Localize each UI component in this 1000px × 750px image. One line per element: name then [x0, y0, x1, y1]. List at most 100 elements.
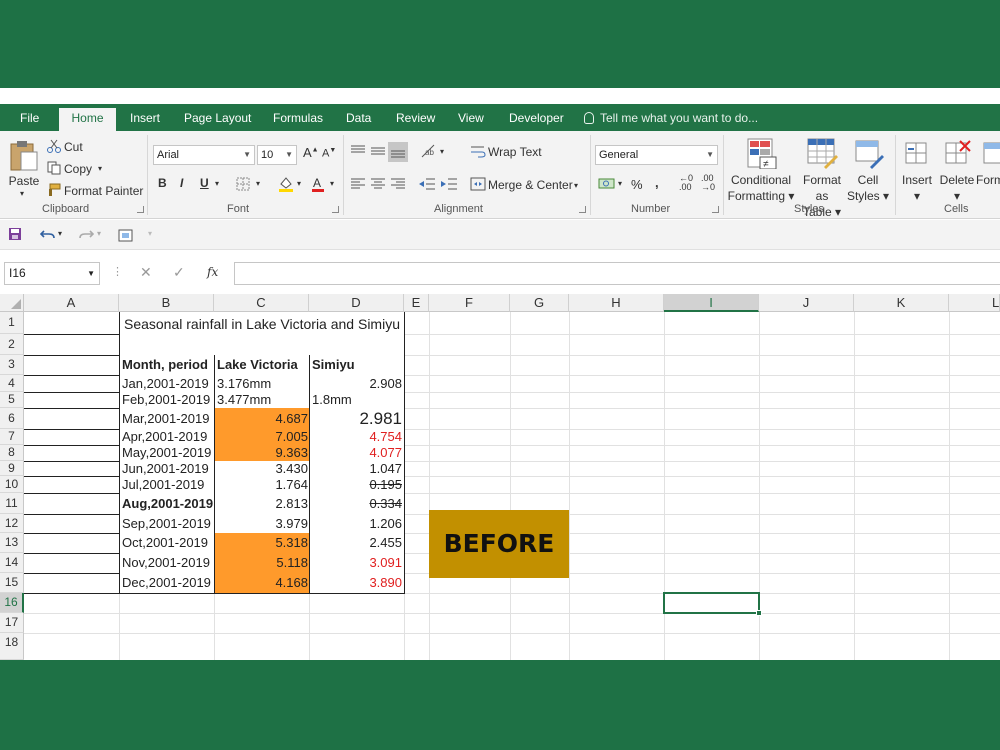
align-left-icon[interactable]: [350, 177, 366, 191]
decrease-indent-icon[interactable]: [418, 177, 436, 191]
column-header-h[interactable]: H: [569, 294, 664, 312]
cell-month-row-10[interactable]: Jul,2001-2019: [119, 476, 215, 494]
undo-icon[interactable]: [40, 227, 56, 241]
cell-simiyu-row-5[interactable]: 1.8mm: [309, 392, 405, 409]
borders-icon[interactable]: [236, 177, 250, 191]
middle-align-icon[interactable]: [370, 144, 386, 158]
number-format-combo[interactable]: General ▼: [595, 145, 718, 165]
customize-toolbar-icon[interactable]: ▾: [148, 229, 152, 238]
conditional-formatting-button[interactable]: Conditional Formatting ▾: [726, 172, 796, 204]
cell-month-row-12[interactable]: Sep,2001-2019: [119, 514, 215, 534]
name-box[interactable]: I16 ▼: [4, 262, 100, 285]
header-cell-month[interactable]: Month, period: [119, 355, 215, 376]
column-header-d[interactable]: D: [309, 294, 404, 312]
column-header-c[interactable]: C: [214, 294, 309, 312]
number-launcher-icon[interactable]: [712, 206, 719, 213]
row-header-11[interactable]: 11: [0, 493, 24, 514]
camera-icon[interactable]: [118, 227, 134, 243]
decrease-decimal-icon[interactable]: .00 →0: [701, 174, 715, 192]
currency-icon[interactable]: [598, 177, 616, 191]
tab-home[interactable]: Home: [59, 108, 116, 131]
tab-data[interactable]: Data: [334, 108, 383, 131]
increase-decimal-icon[interactable]: ←0.00: [679, 174, 693, 192]
cell-lake-victoria-row-8[interactable]: 9.363: [214, 445, 310, 462]
active-cell-selection[interactable]: [663, 592, 762, 616]
insert-function-button[interactable]: fx: [207, 265, 218, 279]
row-header-8[interactable]: 8: [0, 445, 24, 461]
cell-month-row-6[interactable]: Mar,2001-2019: [119, 408, 215, 430]
cell-simiyu-row-9[interactable]: 1.047: [309, 461, 405, 477]
column-header-k[interactable]: K: [854, 294, 949, 312]
redo-dropdown-icon[interactable]: ▾: [97, 229, 101, 238]
format-painter-button[interactable]: Format Painter: [64, 184, 143, 198]
formula-input[interactable]: [234, 262, 1000, 285]
header-cell-simiyu[interactable]: Simiyu: [309, 355, 405, 376]
cell-lake-victoria-row-10[interactable]: 1.764: [214, 476, 310, 494]
row-header-7[interactable]: 7: [0, 429, 24, 445]
wrap-text-button[interactable]: Wrap Text: [488, 145, 542, 159]
font-launcher-icon[interactable]: [332, 206, 339, 213]
underline-button[interactable]: U: [200, 176, 209, 190]
cell-lake-victoria-row-15[interactable]: 4.168: [214, 573, 310, 594]
row-header-16[interactable]: 16: [0, 593, 24, 613]
merge-dropdown-icon[interactable]: ▾: [574, 181, 578, 190]
cell-lake-victoria-row-13[interactable]: 5.318: [214, 533, 310, 554]
align-center-icon[interactable]: [370, 177, 386, 191]
cell-month-row-15[interactable]: Dec,2001-2019: [119, 573, 215, 594]
tab-developer[interactable]: Developer: [497, 108, 576, 131]
row-header-18[interactable]: 18: [0, 633, 24, 660]
cell-simiyu-row-11[interactable]: 0.334: [309, 493, 405, 515]
row-header-6[interactable]: 6: [0, 408, 24, 429]
redo-icon[interactable]: [78, 227, 94, 241]
row-header-13[interactable]: 13: [0, 533, 24, 553]
alignment-launcher-icon[interactable]: [579, 206, 586, 213]
tab-page-layout[interactable]: Page Layout: [172, 108, 263, 131]
cell-simiyu-row-12[interactable]: 1.206: [309, 514, 405, 534]
font-size-combo[interactable]: 10 ▼: [257, 145, 297, 165]
cell-simiyu-row-14[interactable]: 3.091: [309, 553, 405, 574]
cell-lake-victoria-row-9[interactable]: 3.430: [214, 461, 310, 477]
currency-dropdown-icon[interactable]: ▾: [618, 179, 622, 188]
column-header-a[interactable]: A: [24, 294, 119, 312]
column-header-i[interactable]: I: [664, 294, 759, 312]
sheet-title-cell[interactable]: Seasonal rainfall in Lake Victoria and S…: [119, 312, 405, 356]
bold-button[interactable]: B: [158, 176, 167, 190]
row-header-10[interactable]: 10: [0, 476, 24, 493]
font-color-icon[interactable]: A: [311, 175, 325, 193]
cell-month-row-14[interactable]: Nov,2001-2019: [119, 553, 215, 574]
cell-lake-victoria-row-11[interactable]: 2.813: [214, 493, 310, 515]
column-header-l[interactable]: L: [949, 294, 1000, 312]
copy-dropdown-icon[interactable]: ▾: [98, 164, 102, 173]
fill-handle[interactable]: [756, 610, 762, 616]
column-header-e[interactable]: E: [404, 294, 429, 312]
cell-simiyu-row-8[interactable]: 4.077: [309, 445, 405, 462]
cell-month-row-4[interactable]: Jan,2001-2019: [119, 375, 215, 393]
cell-lake-victoria-row-12[interactable]: 3.979: [214, 514, 310, 534]
copy-button[interactable]: Copy: [64, 162, 92, 176]
row-header-4[interactable]: 4: [0, 375, 24, 392]
tab-insert[interactable]: Insert: [118, 108, 172, 131]
cell-simiyu-row-4[interactable]: 2.908: [309, 375, 405, 393]
cell-lake-victoria-row-7[interactable]: 7.005: [214, 429, 310, 446]
tab-review[interactable]: Review: [384, 108, 447, 131]
italic-button[interactable]: I: [180, 176, 183, 190]
tab-formulas[interactable]: Formulas: [261, 108, 335, 131]
cell-simiyu-row-6[interactable]: 2.981: [309, 408, 405, 430]
cancel-icon[interactable]: ✕: [140, 264, 152, 281]
column-header-f[interactable]: F: [429, 294, 510, 312]
insert-cells-button[interactable]: Insert ▾: [898, 172, 936, 204]
row-header-14[interactable]: 14: [0, 553, 24, 573]
cell-lake-victoria-row-14[interactable]: 5.118: [214, 553, 310, 574]
tab-view[interactable]: View: [446, 108, 496, 131]
cell-simiyu-row-7[interactable]: 4.754: [309, 429, 405, 446]
undo-dropdown-icon[interactable]: ▾: [58, 229, 62, 238]
borders-dropdown-icon[interactable]: ▾: [256, 179, 260, 188]
column-header-b[interactable]: B: [119, 294, 214, 312]
percent-button[interactable]: %: [631, 177, 643, 192]
cell-month-row-9[interactable]: Jun,2001-2019: [119, 461, 215, 477]
grow-font-icon[interactable]: A▲: [303, 145, 319, 160]
font-name-combo[interactable]: Arial ▼: [153, 145, 255, 165]
top-align-icon[interactable]: [350, 144, 366, 158]
cell-lake-victoria-row-5[interactable]: 3.477mm: [214, 392, 310, 409]
merge-center-button[interactable]: Merge & Center: [488, 178, 573, 192]
